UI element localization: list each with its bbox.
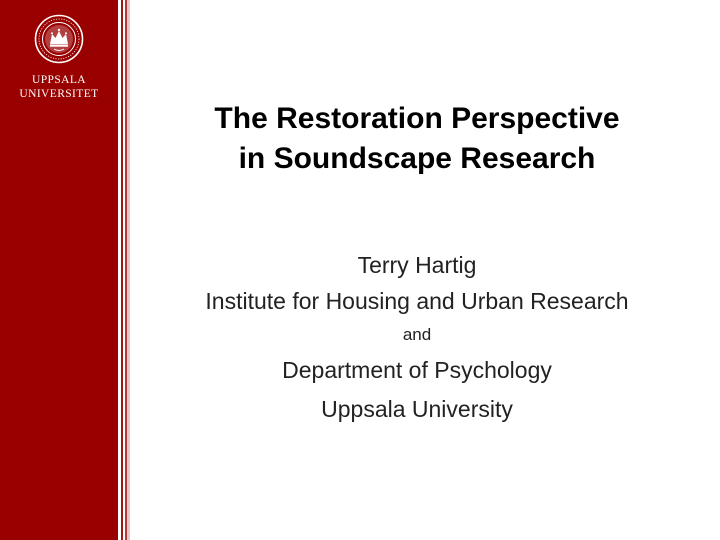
author-name: Terry Hartig: [357, 252, 477, 278]
title-line-2: in Soundscape Research: [238, 142, 596, 175]
university-seal-icon: [34, 14, 84, 64]
conjunction-and: and: [402, 325, 432, 344]
logo-line-uppsala: UPPSALA: [32, 74, 86, 86]
slide-title: The Restoration Perspective in Soundscap…: [132, 99, 702, 179]
logo-line-universitet: UNIVERSITET: [19, 88, 99, 100]
divider-stripe: [127, 0, 130, 540]
slide-subtitle: Terry Hartig Institute for Housing and U…: [132, 248, 702, 428]
title-line-1: The Restoration Perspective: [214, 102, 620, 135]
university-name: Uppsala University: [321, 396, 513, 422]
institution-housing: Institute for Housing and Urban Research: [205, 288, 629, 314]
university-logo: UPPSALA UNIVERSITET: [0, 14, 118, 101]
department-psychology: Department of Psychology: [282, 357, 552, 383]
